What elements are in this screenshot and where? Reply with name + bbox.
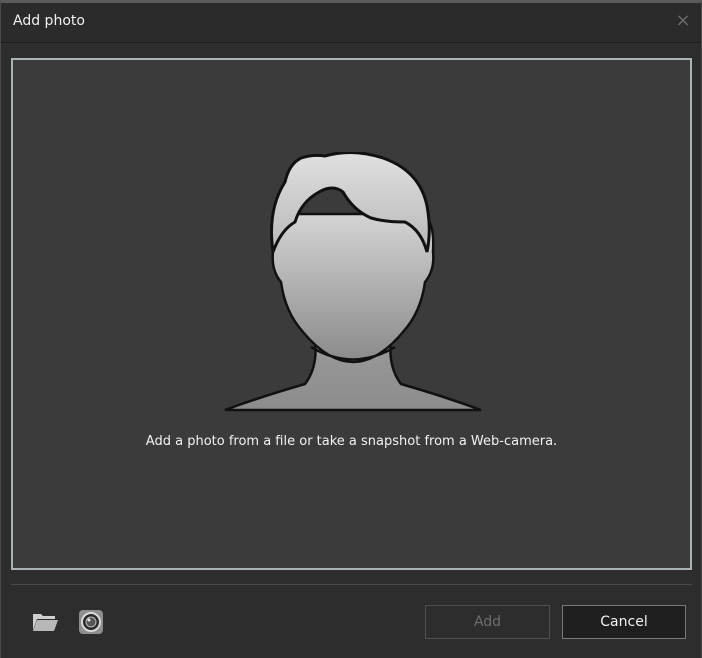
person-silhouette-icon <box>224 152 482 412</box>
folder-icon <box>33 614 58 631</box>
add-button[interactable]: Add <box>425 605 550 639</box>
camera-icon <box>79 610 103 634</box>
close-icon[interactable]: × <box>671 9 695 33</box>
cancel-button[interactable]: Cancel <box>562 605 686 639</box>
webcam-snapshot-button[interactable] <box>77 608 105 636</box>
add-photo-dialog: Add photo × Add a photo from a file or t… <box>0 0 702 658</box>
open-file-button[interactable] <box>31 608 59 636</box>
photo-drop-area[interactable]: Add a photo from a file or take a snapsh… <box>11 58 692 570</box>
title-bar: Add photo × <box>1 3 701 43</box>
dialog-title: Add photo <box>13 13 85 29</box>
photo-hint-text: Add a photo from a file or take a snapsh… <box>145 434 558 449</box>
footer-divider <box>11 584 692 585</box>
